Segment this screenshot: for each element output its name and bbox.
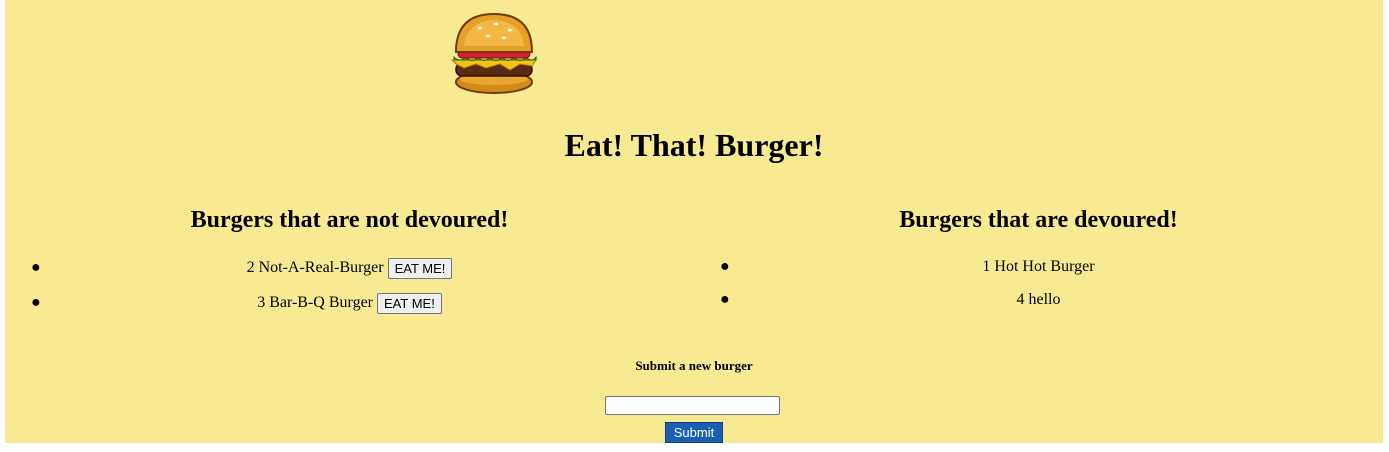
bullet-icon: ●: [720, 258, 730, 275]
burger-name: 1 Hot Hot Burger: [982, 258, 1095, 275]
bullet-icon: ●: [31, 259, 41, 276]
eat-me-button[interactable]: EAT ME!: [377, 292, 442, 314]
not-devoured-list: ● 2 Not-A-Real-Burger EAT ME! ● 3 Bar-B-…: [5, 257, 694, 327]
burger-icon: [450, 12, 537, 94]
submit-burger-label: Submit a new burger: [635, 358, 753, 373]
list-item: ● 2 Not-A-Real-Burger EAT ME!: [5, 257, 694, 292]
devoured-list: ● 1 Hot Hot Burger ● 4 hello: [694, 256, 1383, 322]
eat-me-button[interactable]: EAT ME!: [387, 257, 453, 279]
burger-name-input[interactable]: [605, 396, 780, 415]
list-item: ● 3 Bar-B-Q Burger EAT ME!: [5, 292, 694, 327]
burger-name: 3 Bar-B-Q Burger: [257, 294, 373, 311]
burger-name: 4 hello: [1016, 291, 1061, 308]
not-devoured-heading: Burgers that are not devoured!: [190, 207, 509, 233]
bullet-icon: ●: [720, 291, 730, 308]
burger-name: 2 Not-A-Real-Burger: [246, 259, 384, 276]
page: Eat! That! Burger! Burgers that are not …: [5, 0, 1383, 443]
devoured-heading: Burgers that are devoured!: [899, 207, 1178, 233]
submit-button[interactable]: Submit: [665, 422, 723, 443]
page-title: Eat! That! Burger!: [564, 127, 824, 163]
list-item: ● 4 hello: [694, 289, 1383, 322]
bullet-icon: ●: [31, 294, 41, 311]
list-item: ● 1 Hot Hot Burger: [694, 256, 1383, 289]
